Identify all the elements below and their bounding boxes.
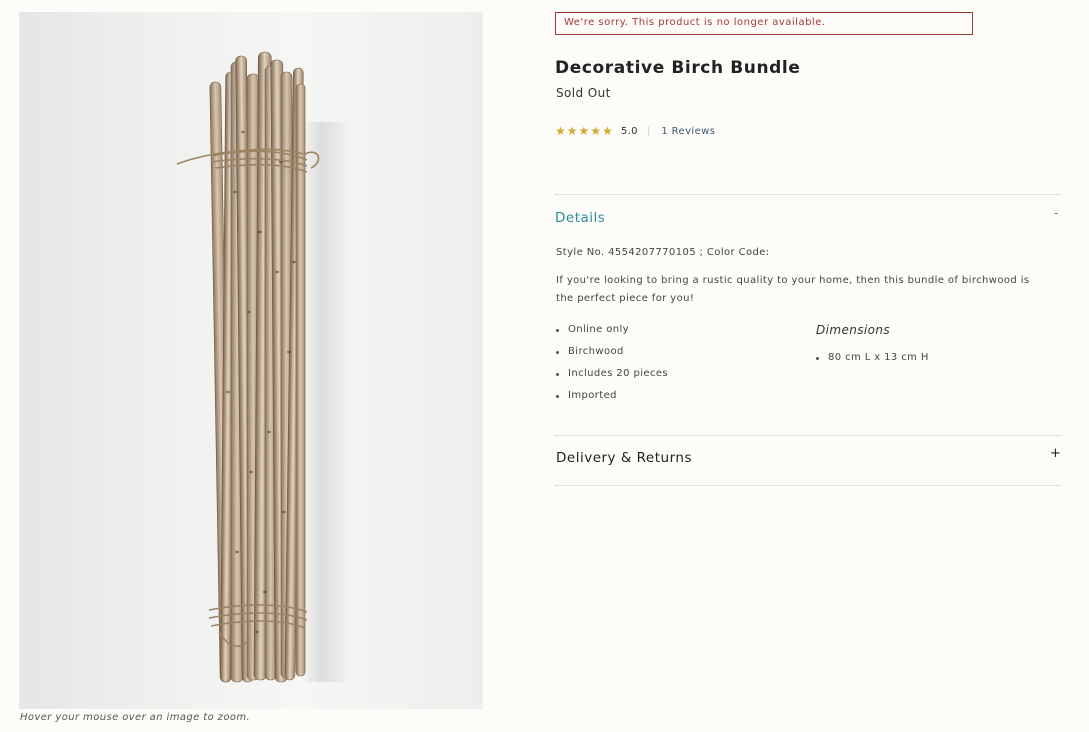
divider — [555, 435, 1061, 436]
rating-value: 5.0 — [620, 125, 638, 137]
availability-status: Sold Out — [556, 86, 611, 100]
list-item: Birchwood — [556, 346, 668, 368]
star-icon: ★ — [578, 124, 590, 138]
star-icon: ★ — [566, 124, 578, 138]
feature-list: Online only Birchwood Includes 20 pieces… — [556, 324, 668, 412]
divider: | — [646, 125, 651, 137]
list-item: 80 cm L x 13 cm H — [816, 352, 929, 363]
star-icon: ★ — [590, 124, 602, 138]
star-rating: ★ ★ ★ ★ ★ — [555, 125, 613, 137]
unavailable-alert: We're sorry. This product is no longer a… — [555, 12, 973, 35]
style-number: Style No. 4554207770105 ; Color Code: — [556, 247, 770, 258]
delivery-returns-accordion-header[interactable]: Delivery & Returns — [556, 450, 692, 466]
star-icon: ★ — [602, 124, 613, 138]
star-icon: ★ — [555, 124, 566, 138]
product-image[interactable] — [19, 12, 483, 709]
rating-summary: ★ ★ ★ ★ ★ 5.0 | 1 Reviews — [555, 125, 715, 137]
product-title: Decorative Birch Bundle — [555, 58, 801, 78]
birch-bundle-illustration — [176, 51, 351, 683]
details-accordion-header[interactable]: Details — [555, 210, 605, 226]
reviews-link[interactable]: 1 Reviews — [661, 126, 715, 137]
collapse-minus-icon[interactable]: - — [1054, 206, 1058, 220]
dimensions-heading: Dimensions — [816, 323, 891, 337]
divider — [555, 485, 1061, 486]
divider — [555, 194, 1061, 195]
list-item: Online only — [556, 324, 668, 346]
list-item: Imported — [556, 390, 668, 412]
dimensions-list: 80 cm L x 13 cm H — [816, 352, 929, 363]
expand-plus-icon[interactable]: + — [1050, 446, 1061, 461]
zoom-hint: Hover your mouse over an image to zoom. — [20, 712, 251, 723]
list-item: Includes 20 pieces — [556, 368, 668, 390]
product-description: If you're looking to bring a rustic qual… — [556, 275, 1030, 304]
